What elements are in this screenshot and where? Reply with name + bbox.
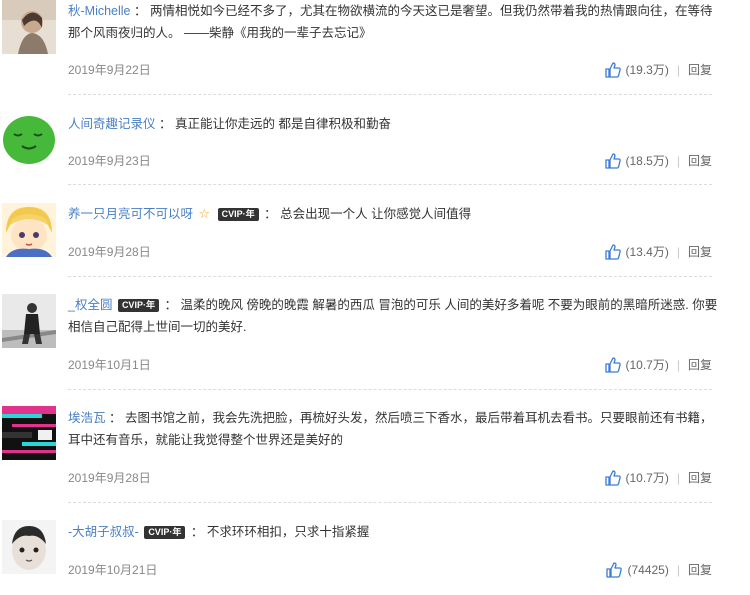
reply-button[interactable]: 回复	[688, 468, 712, 488]
username-link[interactable]: 养一只月亮可不可以呀	[68, 207, 193, 221]
like-count: (13.4万)	[625, 245, 669, 259]
like-count: (10.7万)	[625, 471, 669, 485]
username-link[interactable]: 埃浩瓦	[68, 411, 106, 425]
reply-button[interactable]: 回复	[688, 355, 712, 375]
comment-content: 养一只月亮可不可以呀 ☆ CVIP·年 ： 总会出现一个人 让你感觉人间值得	[68, 203, 718, 225]
reply-button[interactable]: 回复	[688, 242, 712, 262]
comment-date: 2019年10月21日	[68, 563, 158, 577]
avatar[interactable]	[2, 294, 56, 348]
thumbs-up-icon[interactable]	[604, 469, 622, 487]
comment-text: 两情相悦如今已经不多了，尤其在物欲横流的今天这已是奢望。但我仍然带着我的热情跟向…	[68, 4, 713, 40]
star-icon: ☆	[198, 206, 211, 221]
comment-actions: (19.3万) | 回复	[604, 60, 712, 80]
separator: ：	[159, 117, 172, 131]
separator: ：	[190, 525, 204, 539]
comment-actions: (13.4万) | 回复	[604, 242, 712, 262]
thumbs-up-icon[interactable]	[604, 243, 622, 261]
comment-divider	[68, 184, 712, 185]
action-divider: |	[676, 245, 680, 259]
avatar[interactable]	[2, 406, 56, 460]
reply-button[interactable]: 回复	[688, 151, 712, 171]
comment-actions: (74425) | 回复	[605, 560, 712, 580]
comment-date: 2019年9月23日	[68, 154, 151, 168]
comment-divider	[68, 389, 712, 390]
comment-content: 人间奇趣记录仪 ： 真正能让你走远的 都是自律积极和勤奋	[68, 113, 718, 135]
comment-date: 2019年9月28日	[68, 471, 151, 485]
avatar[interactable]	[2, 520, 56, 574]
action-divider: |	[676, 563, 680, 577]
comment-meta: 2019年9月28日 (13.4万) | 回复	[68, 242, 712, 262]
thumbs-up-icon[interactable]	[604, 356, 622, 374]
vip-badge: CVIP·年	[117, 299, 159, 312]
comment-meta: 2019年9月22日 (19.3万) | 回复	[68, 60, 712, 80]
avatar[interactable]	[2, 112, 56, 166]
comment-meta: 2019年9月23日 (18.5万) | 回复	[68, 151, 712, 171]
like-count: (18.5万)	[625, 154, 669, 168]
avatar[interactable]	[2, 203, 56, 257]
username-link[interactable]: _权全圆	[68, 298, 112, 312]
like-count: (19.3万)	[625, 63, 669, 77]
comment-date: 2019年10月1日	[68, 358, 151, 372]
reply-button[interactable]: 回复	[688, 60, 712, 80]
comment-actions: (10.7万) | 回复	[604, 468, 712, 488]
username-link[interactable]: 人间奇趣记录仪	[68, 117, 156, 131]
separator: ：	[164, 298, 177, 312]
username-link[interactable]: -大胡子叔叔-	[68, 525, 139, 539]
comment-date: 2019年9月28日	[68, 245, 151, 259]
comment-meta: 2019年9月28日 (10.7万) | 回复	[68, 468, 712, 488]
comment-actions: (18.5万) | 回复	[604, 151, 712, 171]
like-count: (74425)	[627, 563, 669, 577]
comment-content: -大胡子叔叔- CVIP·年 ： 不求环环相扣，只求十指紧握	[68, 521, 718, 543]
reply-button[interactable]: 回复	[688, 560, 712, 580]
comment-date: 2019年9月22日	[68, 63, 151, 77]
separator: ：	[264, 207, 277, 221]
comment-meta: 2019年10月1日 (10.7万) | 回复	[68, 355, 712, 375]
action-divider: |	[676, 154, 680, 168]
comment-divider	[68, 502, 712, 503]
comment-text: 不求环环相扣，只求十指紧握	[206, 525, 370, 539]
comment-divider	[68, 94, 712, 95]
comment-content: _权全圆 CVIP·年 ： 温柔的晚风 傍晚的晚霞 解暑的西瓜 冒泡的可乐 人间…	[68, 294, 718, 338]
separator: ：	[109, 411, 122, 425]
comment-content: 埃浩瓦 ： 去图书馆之前，我会先洗把脸，再梳好头发，然后喷三下香水，最后带着耳机…	[68, 407, 718, 451]
vip-badge: CVIP·年	[144, 526, 186, 539]
comment-text: 去图书馆之前，我会先洗把脸，再梳好头发，然后喷三下香水，最后带着耳机去看书。只要…	[68, 411, 713, 447]
action-divider: |	[676, 471, 680, 485]
comment-text: 总会出现一个人 让你感觉人间值得	[280, 207, 472, 221]
thumbs-up-icon[interactable]	[604, 61, 622, 79]
username-link[interactable]: 秋-Michelle	[68, 4, 131, 18]
action-divider: |	[676, 358, 680, 372]
thumbs-up-icon[interactable]	[605, 561, 623, 579]
separator: ：	[134, 4, 147, 18]
action-divider: |	[676, 63, 680, 77]
avatar[interactable]	[2, 0, 56, 54]
vip-badge: CVIP·年	[217, 208, 259, 221]
comment-content: 秋-Michelle ： 两情相悦如今已经不多了，尤其在物欲横流的今天这已是奢望…	[68, 0, 718, 44]
thumbs-up-icon[interactable]	[604, 152, 622, 170]
comment-meta: 2019年10月21日 (74425) | 回复	[68, 560, 712, 580]
comment-text: 真正能让你走远的 都是自律积极和勤奋	[175, 117, 391, 131]
comment-divider	[68, 276, 712, 277]
like-count: (10.7万)	[625, 358, 669, 372]
comment-actions: (10.7万) | 回复	[604, 355, 712, 375]
